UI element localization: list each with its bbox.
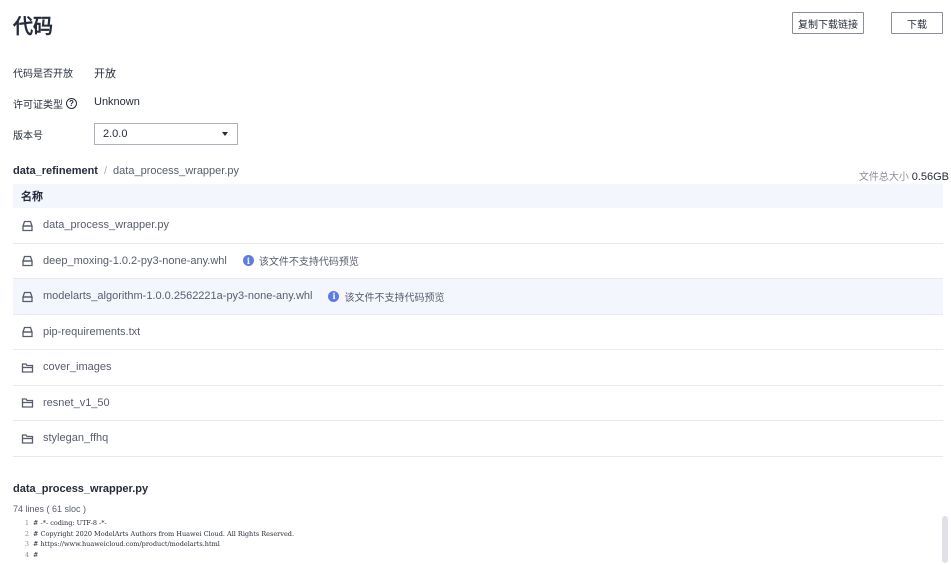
folder-icon <box>21 361 34 374</box>
info-icon: i <box>242 255 254 267</box>
total-size-label: 文件总大小 <box>858 172 909 183</box>
code-text: # Copyright 2020 ModelArts Authors from … <box>33 529 295 538</box>
version-selected-value: 2.0.0 <box>103 128 128 140</box>
table-header: 名称 <box>13 184 943 208</box>
column-header-name: 名称 <box>21 191 43 203</box>
file-icon <box>21 290 34 303</box>
code-line: 1 # -*- coding: UTF-8 -*- <box>13 518 943 529</box>
breadcrumb-current-file: data_process_wrapper.py <box>113 165 240 177</box>
file-icon <box>21 219 34 232</box>
folder-icon <box>21 396 34 409</box>
file-table: 名称 data_process_wrapper.py deep_moxing-1… <box>13 184 943 457</box>
folder-name: cover_images <box>43 361 112 374</box>
page-title: 代码 <box>13 16 53 38</box>
table-row[interactable]: modelarts_algorithm-1.0.0.2562221a-py3-n… <box>13 279 943 315</box>
copy-download-link-button[interactable]: 复制下载链接 <box>792 12 864 34</box>
file-icon <box>21 325 34 338</box>
table-row[interactable]: pip-requirements.txt <box>13 315 943 350</box>
breadcrumb: data_refinement / data_process_wrapper.p… <box>13 165 239 177</box>
line-number: 3 <box>24 540 29 549</box>
code-scrollbar[interactable] <box>942 516 948 563</box>
line-count: 74 lines ( 61 sloc ) <box>13 504 87 514</box>
line-number: 4 <box>24 550 29 559</box>
table-row[interactable]: resnet_v1_50 <box>13 386 943 421</box>
code-line: 4 # <box>13 550 943 561</box>
total-size: 文件总大小 0.56GB <box>859 168 949 183</box>
version-label: 版本号 <box>13 131 43 142</box>
folder-name: resnet_v1_50 <box>43 396 110 409</box>
preview-not-supported-note: i 该文件不支持代码预览 <box>328 289 444 304</box>
breadcrumb-root[interactable]: data_refinement <box>13 165 98 177</box>
chevron-down-icon <box>222 132 228 136</box>
open-source-label: 代码是否开放 <box>13 69 73 80</box>
note-text: 该文件不支持代码预览 <box>344 292 445 304</box>
line-number: 2 <box>24 529 29 538</box>
code-viewer: 1 # -*- coding: UTF-8 -*- 2 # Copyright … <box>13 518 943 565</box>
table-row[interactable]: stylegan_ffhq <box>13 421 943 457</box>
file-name: pip-requirements.txt <box>43 325 141 338</box>
code-line: 3 # https://www.huaweicloud.com/product/… <box>13 539 943 550</box>
info-icon: i <box>328 290 340 302</box>
preview-not-supported-note: i 该文件不支持代码预览 <box>242 253 359 269</box>
help-icon[interactable]: ? <box>66 98 77 109</box>
table-row[interactable]: deep_moxing-1.0.2-py3-none-any.whl i 该文件… <box>13 244 943 279</box>
total-size-value: 0.56GB <box>911 171 949 183</box>
code-text: # -*- coding: UTF-8 -*- <box>33 519 107 528</box>
table-row[interactable]: data_process_wrapper.py <box>13 208 943 244</box>
table-row[interactable]: cover_images <box>13 350 943 386</box>
license-label: 许可证类型 <box>13 100 63 111</box>
code-text: # <box>33 550 39 559</box>
code-text: # https://www.huaweicloud.com/product/mo… <box>33 540 220 549</box>
breadcrumb-separator: / <box>103 165 108 177</box>
note-text: 该文件不支持代码预览 <box>258 257 359 269</box>
file-name: data_process_wrapper.py <box>43 219 169 232</box>
line-number: 1 <box>24 519 29 528</box>
open-source-value: 开放 <box>94 68 116 80</box>
folder-name: stylegan_ffhq <box>43 432 109 445</box>
file-name: deep_moxing-1.0.2-py3-none-any.whl <box>43 254 227 267</box>
code-line: 2 # Copyright 2020 ModelArts Authors fro… <box>13 529 943 540</box>
file-icon <box>21 254 34 267</box>
version-select[interactable]: 2.0.0 <box>94 123 238 145</box>
file-name: modelarts_algorithm-1.0.0.2562221a-py3-n… <box>43 290 313 303</box>
code-file-title: data_process_wrapper.py <box>13 483 149 495</box>
license-label-group: 许可证类型 ? <box>13 96 77 111</box>
download-button[interactable]: 下载 <box>891 12 943 34</box>
license-value: Unknown <box>94 96 140 108</box>
folder-icon <box>21 432 34 445</box>
